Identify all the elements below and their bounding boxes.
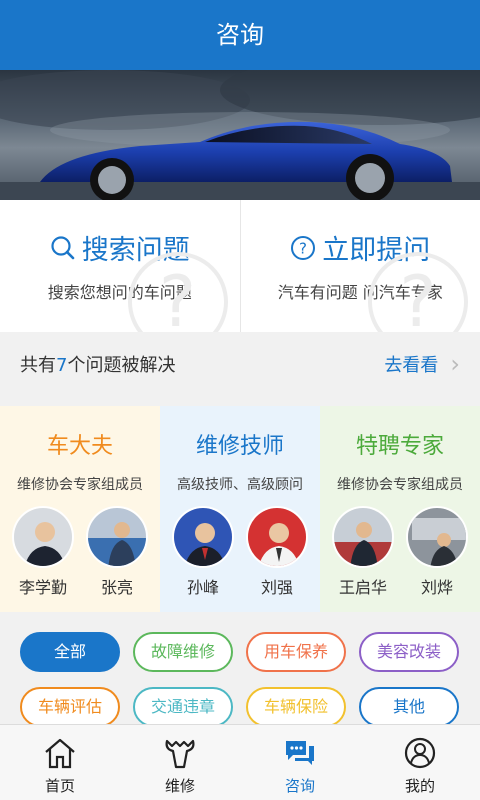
expert-person[interactable]: 刘强 [243,506,311,598]
user-icon [404,737,436,769]
tab-consult[interactable]: 咨询 [240,725,360,800]
tag-assessment[interactable]: 车辆评估 [20,687,120,727]
view-solved-link[interactable]: 去看看 › [384,350,460,378]
expert-person[interactable]: 王启华 [329,506,397,598]
category-tags: 全部 故障维修 用车保养 美容改装 车辆评估 交通违章 车辆保险 其他 [0,612,480,727]
title-bar: 咨询 [0,0,480,70]
tag-modification[interactable]: 美容改装 [359,632,459,672]
chevron-right-icon: › [450,350,460,378]
avatar [12,506,74,568]
avatar [406,506,468,568]
tag-all[interactable]: 全部 [20,632,120,672]
ask-question-card[interactable]: ? ? 立即提问 汽车有问题 问汽车专家 [239,200,480,332]
question-circle-icon: ? [291,235,316,260]
tag-insurance[interactable]: 车辆保险 [246,687,346,727]
tag-repair[interactable]: 故障维修 [133,632,233,672]
chat-icon [286,741,314,765]
expert-person[interactable]: 李学勤 [9,506,77,598]
page-title: 咨询 [216,21,264,49]
wrench-icon [165,739,195,769]
avatar [172,506,234,568]
solved-count: 7 [56,355,68,376]
svg-text:?: ? [299,239,307,257]
search-question-card[interactable]: ? 搜索问题 搜索您想问的车问题 [0,200,240,332]
expert-category-specialist[interactable]: 特聘专家 维修协会专家组成员 王启华 刘烨 [320,406,480,612]
solved-summary-row[interactable]: 共有7个问题被解决 去看看 › [0,332,480,396]
search-icon [51,235,75,259]
home-icon [45,738,75,769]
expert-person[interactable]: 刘烨 [403,506,471,598]
expert-section: 车大夫 维修协会专家组成员 李学勤 张亮 维修技师 高级技师、高级顾问 孙峰 刘… [0,406,480,612]
tab-repair[interactable]: 维修 [120,725,240,800]
tag-other[interactable]: 其他 [359,687,459,727]
avatar [86,506,148,568]
car-illustration [0,70,480,200]
avatar [246,506,308,568]
tag-violation[interactable]: 交通违章 [133,687,233,727]
tab-profile[interactable]: 我的 [360,725,480,800]
action-row: ? 搜索问题 搜索您想问的车问题 ? ? 立即提问 汽车有问题 问汽车专家 [0,200,480,332]
tag-maintenance[interactable]: 用车保养 [246,632,346,672]
solved-count-text: 共有7个问题被解决 [20,355,176,376]
expert-person[interactable]: 孙峰 [169,506,237,598]
expert-category-doctor[interactable]: 车大夫 维修协会专家组成员 李学勤 张亮 [0,406,160,612]
tab-home[interactable]: 首页 [0,725,120,800]
expert-person[interactable]: 张亮 [83,506,151,598]
bottom-tab-bar: 首页 维修 咨询 我的 [0,724,480,800]
expert-category-technician[interactable]: 维修技师 高级技师、高级顾问 孙峰 刘强 [160,406,320,612]
avatar [332,506,394,568]
banner-image [0,70,480,200]
